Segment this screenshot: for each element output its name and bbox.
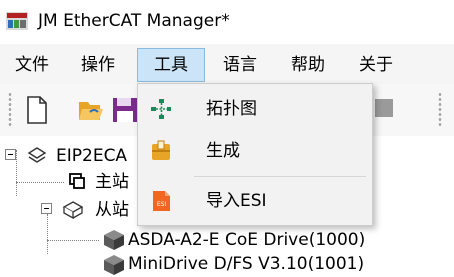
menu-item-import-esi[interactable]: ESI 导入ESI (140, 184, 370, 218)
topology-icon (151, 99, 171, 119)
tree-line (16, 150, 17, 196)
esi-file-icon: ESI (153, 191, 170, 211)
toolbar-grip[interactable] (8, 92, 12, 128)
device-icon (104, 255, 124, 275)
tree-node-slaves[interactable]: 从站 (95, 197, 129, 223)
tree-node-root[interactable]: EIP2ECA (56, 143, 127, 169)
stop-icon[interactable] (374, 98, 394, 118)
device-icon (104, 230, 124, 250)
slave-group-icon (62, 201, 84, 220)
menu-tools[interactable]: 工具 (137, 48, 205, 82)
tree-line (47, 214, 48, 254)
topology-label: 拓扑图 (206, 99, 257, 119)
network-icon (27, 147, 47, 163)
save-icon[interactable] (112, 96, 138, 124)
menu-bar: 文件 操作 工具 语言 帮助 关于 (0, 44, 454, 84)
menu-operation[interactable]: 操作 (72, 48, 124, 82)
menu-item-topology[interactable]: 拓扑图 (140, 92, 370, 126)
open-folder-icon[interactable] (78, 96, 104, 124)
tree-node-slave-device[interactable]: MiniDrive D/FS V3.10(1001) (128, 251, 364, 277)
import-esi-label: 导入ESI (206, 191, 267, 211)
new-file-icon[interactable] (26, 96, 48, 124)
generate-label: 生成 (206, 141, 240, 161)
tools-dropdown-menu: 拓扑图 生成 ESI 导入ESI (137, 83, 373, 226)
menu-separator (194, 176, 366, 177)
tree-node-master[interactable]: 主站 (95, 169, 129, 195)
app-icon (6, 12, 28, 30)
menu-language[interactable]: 语言 (212, 48, 268, 82)
tree-expander-slaves[interactable] (41, 203, 52, 214)
menu-item-generate[interactable]: 生成 (140, 134, 370, 168)
generate-icon (152, 140, 170, 160)
tree-line (47, 240, 99, 241)
tree-line (16, 182, 64, 183)
toolbar-grip-right[interactable] (438, 92, 442, 128)
tree-node-slave-device[interactable]: ASDA-A2-E CoE Drive(1000) (128, 227, 365, 253)
window-title: JM EtherCAT Manager* (38, 11, 230, 31)
tree-expander-root[interactable] (5, 149, 16, 160)
menu-help[interactable]: 帮助 (280, 48, 336, 82)
menu-about[interactable]: 关于 (348, 48, 404, 82)
menu-file[interactable]: 文件 (6, 48, 58, 82)
master-icon (69, 173, 85, 189)
svg-text:ESI: ESI (157, 201, 167, 208)
title-bar: JM EtherCAT Manager* (0, 0, 454, 44)
